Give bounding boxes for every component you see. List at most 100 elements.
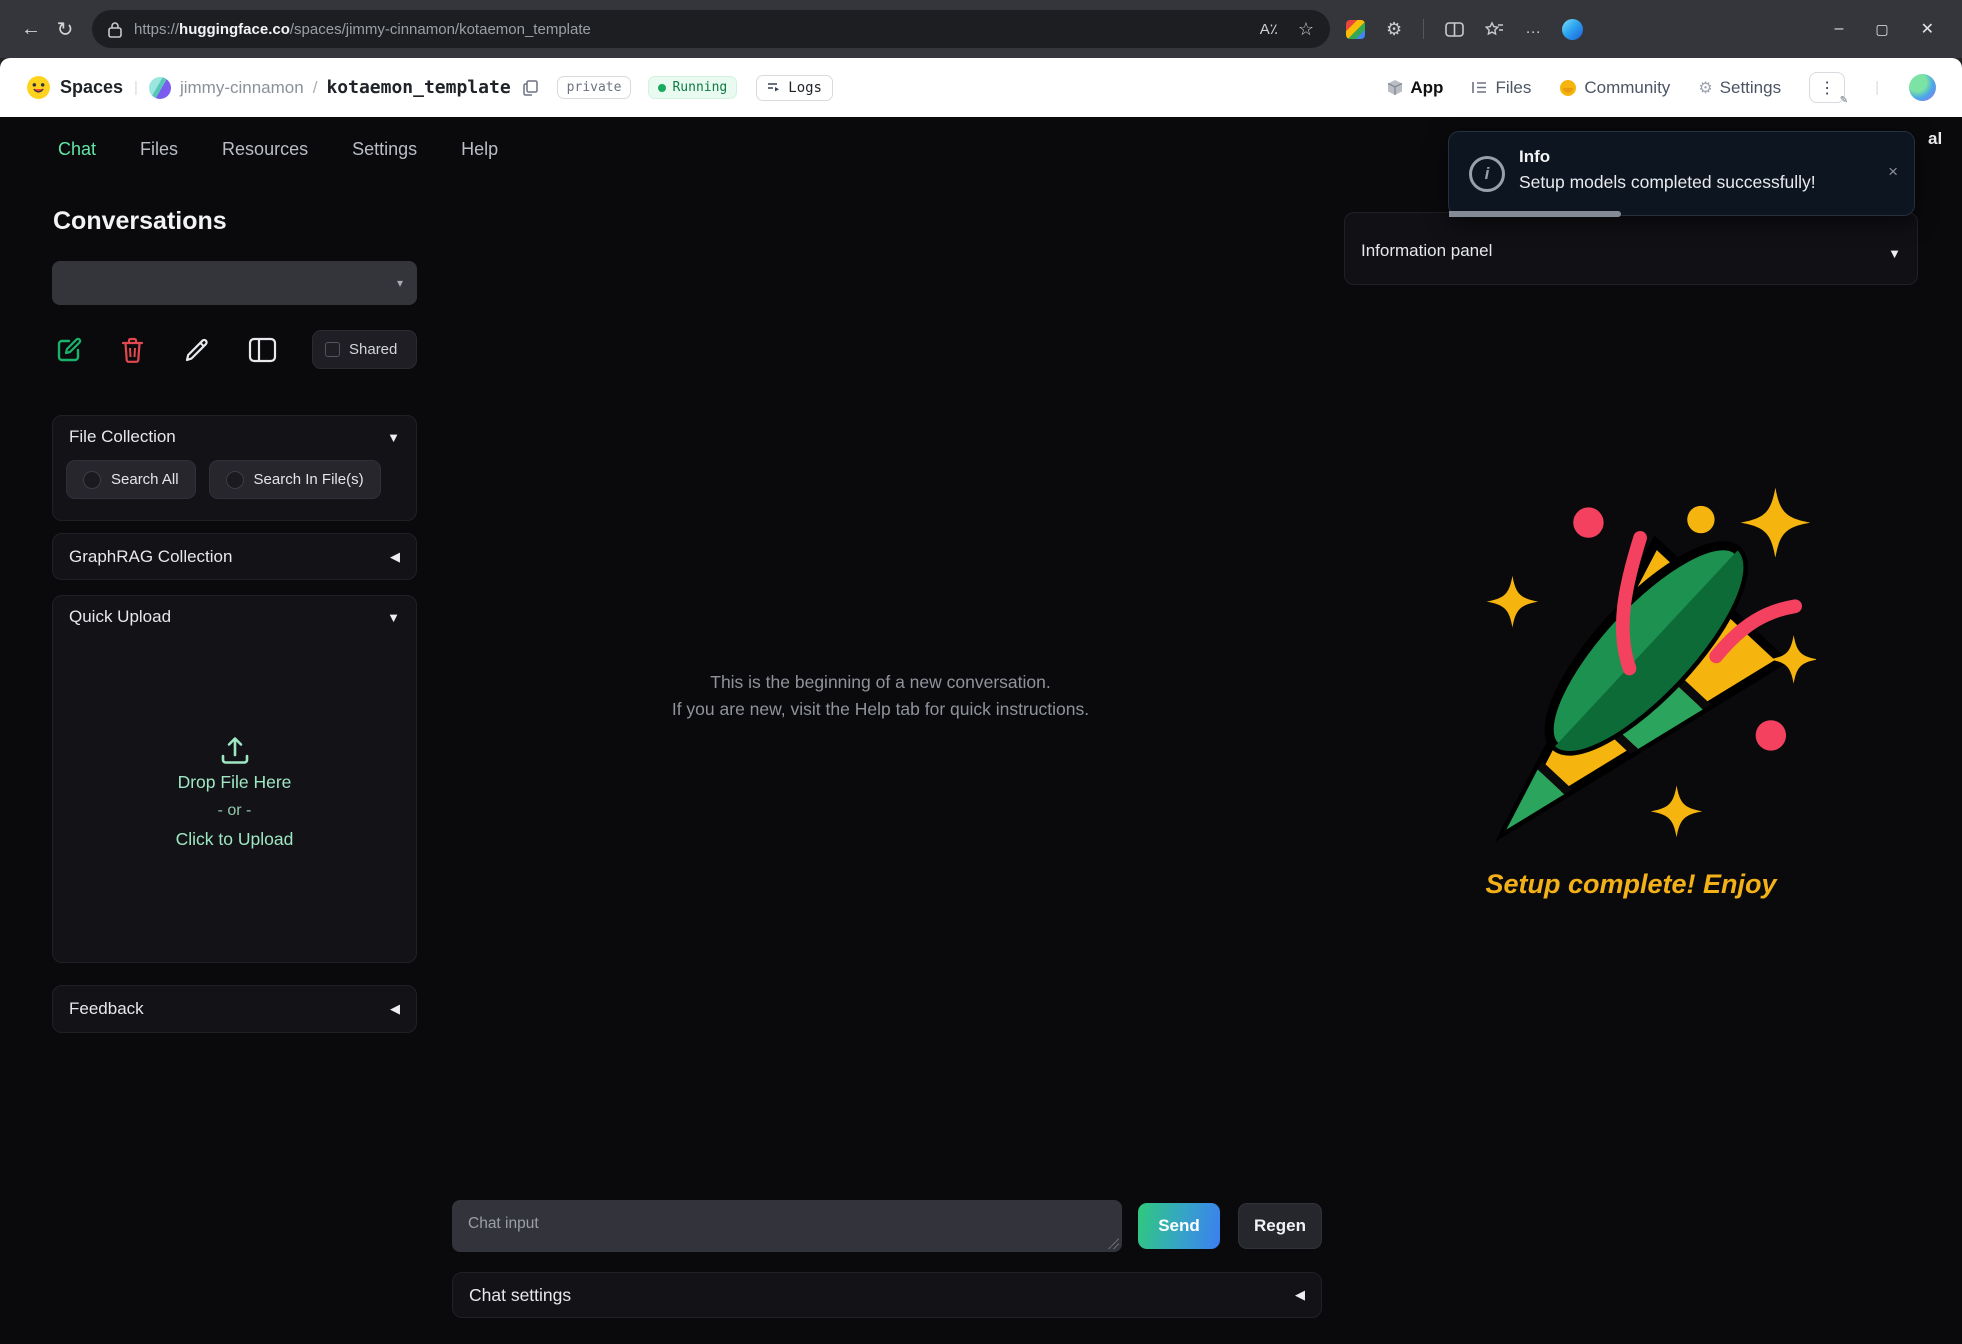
regen-button[interactable]: Regen (1238, 1203, 1322, 1249)
tab-files[interactable]: Files (140, 139, 178, 160)
conversation-select[interactable]: ▾ (52, 261, 417, 305)
shared-toggle[interactable]: Shared (312, 330, 417, 369)
files-icon (1471, 80, 1488, 95)
tab-chat[interactable]: Chat (58, 139, 96, 160)
extensions-icon[interactable]: ⚙ (1386, 19, 1402, 40)
hf-nav-community[interactable]: Community (1559, 78, 1670, 98)
empty-line-2: If you are new, visit the Help tab for q… (417, 696, 1344, 723)
new-chat-icon[interactable] (55, 337, 82, 364)
graphrag-header[interactable]: GraphRAG Collection ◀ (53, 534, 416, 579)
hf-nav-files[interactable]: Files (1471, 78, 1531, 98)
upload-icon (219, 734, 251, 766)
or-label: - or - (218, 802, 252, 820)
file-collection-header[interactable]: File Collection ▼ (53, 416, 416, 458)
party-popper-icon (1446, 477, 1816, 857)
more-menu-icon[interactable]: … (1525, 20, 1541, 38)
url-path: /spaces/jimmy-cinnamon/kotaemon_template (290, 21, 591, 38)
back-icon[interactable]: ← (14, 18, 48, 41)
quick-upload-panel: Quick Upload ▼ Drop File Here - or - Cli… (52, 595, 417, 963)
hf-nav-settings[interactable]: ⚙ Settings (1698, 78, 1781, 98)
checkbox-icon (325, 342, 340, 357)
caret-down-icon: ▼ (387, 430, 400, 445)
running-dot (658, 84, 666, 92)
chevron-down-icon: ▾ (397, 276, 403, 290)
url-domain: huggingface.co (179, 21, 290, 38)
read-aloud-icon[interactable]: A٪ (1260, 20, 1278, 38)
running-badge: Running (648, 76, 737, 99)
rename-icon[interactable] (183, 337, 210, 364)
feedback-header[interactable]: Feedback ◀ (53, 986, 416, 1032)
lock-icon (108, 21, 122, 38)
search-all-radio[interactable]: Search All (66, 460, 196, 499)
owner-avatar[interactable] (149, 77, 171, 99)
browser-essentials-icon[interactable] (1346, 20, 1365, 39)
close-button[interactable]: ✕ (1921, 19, 1934, 39)
webpage: Spaces | jimmy-cinnamon / kotaemon_templ… (0, 58, 1962, 1344)
toast-progress-bar (1449, 211, 1621, 217)
logs-button[interactable]: Logs (756, 75, 833, 101)
toast-title: Info (1519, 147, 1550, 167)
toast-close-icon[interactable]: × (1888, 162, 1898, 182)
file-dropzone[interactable]: Drop File Here - or - Click to Upload (53, 734, 416, 850)
hf-logo-icon (26, 75, 51, 100)
caret-left-icon: ◀ (390, 549, 400, 565)
collections-icon[interactable] (1485, 21, 1504, 38)
edit-badge-icon: ✎ (1840, 95, 1848, 106)
info-toast: i Info Setup models completed successful… (1448, 131, 1915, 216)
space-options-button[interactable]: ⋮ ✎ (1809, 72, 1845, 103)
hf-brand[interactable]: Spaces (60, 77, 123, 98)
tab-help[interactable]: Help (461, 139, 498, 160)
user-avatar[interactable] (1909, 74, 1936, 101)
refresh-icon[interactable]: ↻ (48, 17, 82, 42)
toolbar-divider (1423, 19, 1424, 39)
tab-settings[interactable]: Settings (352, 139, 417, 160)
app-icon (1387, 79, 1403, 96)
caret-down-icon: ▼ (1888, 246, 1901, 261)
favorite-star-icon[interactable]: ☆ (1298, 19, 1314, 40)
community-icon (1559, 79, 1577, 97)
copilot-icon[interactable] (1562, 19, 1583, 40)
url-text: https://huggingface.co/spaces/jimmy-cinn… (134, 21, 591, 38)
quick-upload-header[interactable]: Quick Upload ▼ (53, 596, 416, 638)
send-button[interactable]: Send (1138, 1203, 1220, 1249)
conversation-actions (55, 330, 277, 370)
search-in-files-radio[interactable]: Search In File(s) (209, 460, 381, 499)
logs-icon (767, 82, 781, 94)
address-bar[interactable]: https://huggingface.co/spaces/jimmy-cinn… (92, 10, 1330, 48)
repo-name[interactable]: kotaemon_template (326, 77, 510, 98)
chat-settings-panel: Chat settings ◀ (452, 1272, 1322, 1318)
delete-icon[interactable] (120, 337, 145, 364)
maximize-button[interactable]: ▢ (1875, 21, 1888, 38)
tab-resources[interactable]: Resources (222, 139, 308, 160)
feedback-panel: Feedback ◀ (52, 985, 417, 1033)
setup-complete-text: Setup complete! Enjoy (1344, 869, 1918, 900)
caret-down-icon: ▼ (387, 610, 400, 625)
minimize-button[interactable]: – (1834, 20, 1843, 38)
hf-nav-app[interactable]: App (1387, 78, 1443, 98)
owner-name[interactable]: jimmy-cinnamon (180, 78, 304, 98)
url-scheme: https:// (134, 21, 179, 38)
hf-header: Spaces | jimmy-cinnamon / kotaemon_templ… (0, 58, 1962, 117)
resize-handle[interactable] (1108, 1238, 1119, 1249)
path-slash: / (313, 78, 318, 98)
chat-settings-header[interactable]: Chat settings ◀ (453, 1273, 1321, 1317)
information-panel-header[interactable]: Information panel ▼ (1345, 213, 1917, 269)
toast-message: Setup models completed successfully! (1519, 172, 1816, 193)
private-badge: private (557, 76, 632, 99)
conversations-title: Conversations (53, 207, 227, 236)
header-divider: | (134, 79, 138, 96)
radio-icon (226, 471, 244, 489)
header-divider-2: | (1875, 79, 1879, 96)
screen: ← ↻ https://huggingface.co/spaces/jimmy-… (0, 0, 1962, 1344)
browser-toolbar: ← ↻ https://huggingface.co/spaces/jimmy-… (0, 0, 1962, 58)
clipped-text-fragment: al (1928, 129, 1942, 149)
gear-icon: ⚙ (1698, 78, 1712, 98)
split-screen-icon[interactable] (1445, 22, 1464, 37)
caret-left-icon: ◀ (390, 1001, 400, 1017)
kotaemon-app: Chat Files Resources Settings Help al Co… (0, 117, 1962, 1344)
side-panel-icon[interactable] (248, 337, 277, 363)
chat-input[interactable] (452, 1200, 1122, 1252)
click-to-upload-link[interactable]: Click to Upload (176, 829, 294, 850)
graphrag-panel: GraphRAG Collection ◀ (52, 533, 417, 580)
copy-icon[interactable] (523, 80, 538, 96)
